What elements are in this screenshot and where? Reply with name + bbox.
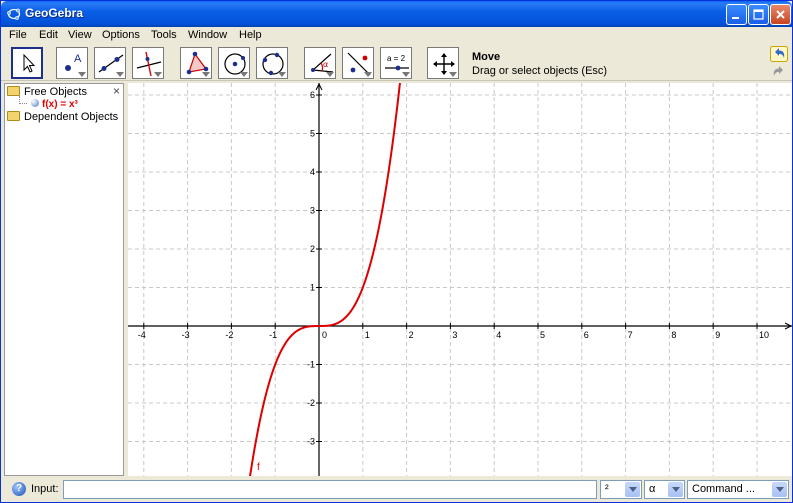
x-tick-label: 4 bbox=[496, 330, 501, 340]
free-objects-label: Free Objects bbox=[24, 86, 87, 98]
function-label[interactable]: f bbox=[257, 462, 260, 473]
minimize-icon bbox=[732, 17, 739, 19]
greek-combo[interactable]: α bbox=[644, 480, 685, 499]
tool-perpendicular[interactable] bbox=[132, 47, 164, 79]
tool-new-point[interactable]: A bbox=[56, 47, 88, 79]
menu-view[interactable]: View bbox=[68, 29, 92, 41]
x-tick-label: 5 bbox=[540, 330, 545, 340]
x-tick-label: 2 bbox=[409, 330, 414, 340]
menu-tools[interactable]: Tools bbox=[151, 29, 177, 41]
tool-line[interactable] bbox=[94, 47, 126, 79]
menu-options[interactable]: Options bbox=[102, 29, 140, 41]
tool-reflect[interactable] bbox=[342, 47, 374, 79]
minimize-button[interactable] bbox=[726, 4, 747, 25]
y-tick-label: 2 bbox=[310, 244, 315, 254]
y-tick-label: -2 bbox=[307, 398, 315, 408]
menu-window[interactable]: Window bbox=[188, 29, 227, 41]
symbol-combo-value: ² bbox=[605, 483, 609, 495]
command-combo[interactable]: Command ... bbox=[687, 480, 789, 499]
x-tick-label: 6 bbox=[584, 330, 589, 340]
close-button[interactable] bbox=[770, 4, 791, 25]
svg-text:a = 2: a = 2 bbox=[387, 54, 406, 63]
graphics-canvas[interactable]: -4 -3 -2 -1 0 1 2 3 4 5 6 7 8 9 10 6 5 4 3 2 1 -1 -2 -3 f bbox=[128, 83, 792, 476]
input-field[interactable] bbox=[63, 480, 597, 499]
visibility-toggle-icon[interactable] bbox=[31, 99, 39, 107]
svg-text:α: α bbox=[323, 60, 328, 69]
menu-bar: File Edit View Options Tools Window Help bbox=[1, 27, 792, 45]
help-icon[interactable]: ? bbox=[12, 482, 26, 496]
y-tick-label: 6 bbox=[310, 90, 315, 100]
folder-icon bbox=[7, 86, 20, 96]
x-tick-label: 8 bbox=[671, 330, 676, 340]
tool-slider[interactable]: a = 2 bbox=[380, 47, 412, 79]
tool-move[interactable] bbox=[11, 47, 43, 79]
tool-move-graphics[interactable] bbox=[427, 47, 459, 79]
maximize-button[interactable] bbox=[748, 4, 769, 25]
tool-angle[interactable]: α bbox=[304, 47, 336, 79]
x-tick-label: 0 bbox=[322, 330, 327, 340]
y-axis-tick-labels: 6 5 4 3 2 1 -1 -2 -3 bbox=[307, 90, 315, 447]
chevron-down-icon[interactable] bbox=[668, 482, 683, 497]
tree-connector bbox=[19, 96, 27, 104]
active-tool-help: Drag or select objects (Esc) bbox=[472, 65, 608, 77]
command-combo-value: Command ... bbox=[692, 483, 755, 495]
x-tick-label: -4 bbox=[138, 330, 146, 340]
algebra-item-f[interactable]: f(x) = x³ bbox=[31, 99, 78, 110]
y-tick-label: 4 bbox=[310, 167, 315, 177]
geogebra-logo-icon bbox=[7, 8, 21, 20]
x-axis-tick-labels: -4 -3 -2 -1 0 1 2 3 4 5 6 7 8 9 10 bbox=[138, 330, 769, 340]
toolbar: A α a = 2 bbox=[1, 45, 792, 81]
x-tick-label: 1 bbox=[365, 330, 370, 340]
svg-text:A: A bbox=[74, 53, 82, 65]
geogebra-window: GeoGebra File Edit View Options Tools Wi… bbox=[0, 0, 793, 503]
grid-lines bbox=[128, 83, 792, 476]
function-f-graph[interactable] bbox=[248, 83, 402, 476]
axes bbox=[128, 83, 792, 476]
x-tick-label: -2 bbox=[225, 330, 233, 340]
close-algebra-icon[interactable]: × bbox=[113, 84, 120, 98]
function-definition: f(x) = x³ bbox=[42, 99, 78, 110]
maximize-icon bbox=[753, 9, 764, 20]
undo-icon[interactable] bbox=[770, 46, 788, 62]
active-tool-name: Move bbox=[472, 51, 501, 63]
folder-icon bbox=[7, 111, 20, 121]
tool-circle-three-points[interactable] bbox=[256, 47, 288, 79]
redo-icon[interactable] bbox=[770, 64, 788, 80]
x-tick-label: -3 bbox=[182, 330, 190, 340]
input-label: Input: bbox=[31, 483, 59, 495]
tool-polygon[interactable] bbox=[180, 47, 212, 79]
move-arrow-icon bbox=[23, 53, 36, 73]
chevron-down-icon[interactable] bbox=[625, 482, 640, 497]
menu-file[interactable]: File bbox=[9, 29, 27, 41]
x-tick-label: 7 bbox=[628, 330, 633, 340]
y-tick-label: 1 bbox=[310, 283, 315, 293]
menu-edit[interactable]: Edit bbox=[39, 29, 58, 41]
title-bar[interactable]: GeoGebra bbox=[1, 1, 792, 27]
close-icon bbox=[776, 10, 785, 19]
dependent-objects-folder[interactable]: Dependent Objects bbox=[7, 111, 118, 123]
x-tick-label: 10 bbox=[759, 330, 769, 340]
x-tick-label: -1 bbox=[269, 330, 277, 340]
y-tick-label: -1 bbox=[307, 360, 315, 370]
y-tick-label: 3 bbox=[310, 206, 315, 216]
window-title: GeoGebra bbox=[25, 6, 84, 20]
graphics-view[interactable]: -4 -3 -2 -1 0 1 2 3 4 5 6 7 8 9 10 6 5 4 3 2 1 -1 -2 -3 f bbox=[128, 83, 792, 476]
y-tick-label: -3 bbox=[307, 437, 315, 447]
algebra-view: × Free Objects f(x) = x³ Dependent Objec… bbox=[4, 83, 124, 476]
menu-help[interactable]: Help bbox=[239, 29, 262, 41]
greek-combo-value: α bbox=[649, 483, 656, 495]
chevron-down-icon[interactable] bbox=[772, 482, 787, 497]
x-tick-label: 3 bbox=[452, 330, 457, 340]
symbol-combo[interactable]: ² bbox=[600, 480, 642, 499]
dependent-objects-label: Dependent Objects bbox=[24, 111, 119, 123]
tool-circle-center[interactable] bbox=[218, 47, 250, 79]
y-tick-label: 5 bbox=[310, 129, 315, 139]
x-tick-label: 9 bbox=[715, 330, 720, 340]
